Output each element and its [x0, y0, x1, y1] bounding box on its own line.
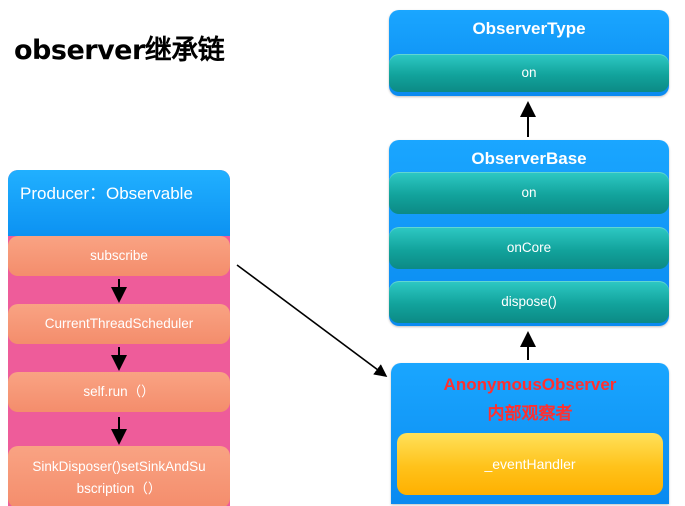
arrow-subscribe-to-anon [236, 264, 388, 377]
connector-arrows [111, 101, 536, 445]
